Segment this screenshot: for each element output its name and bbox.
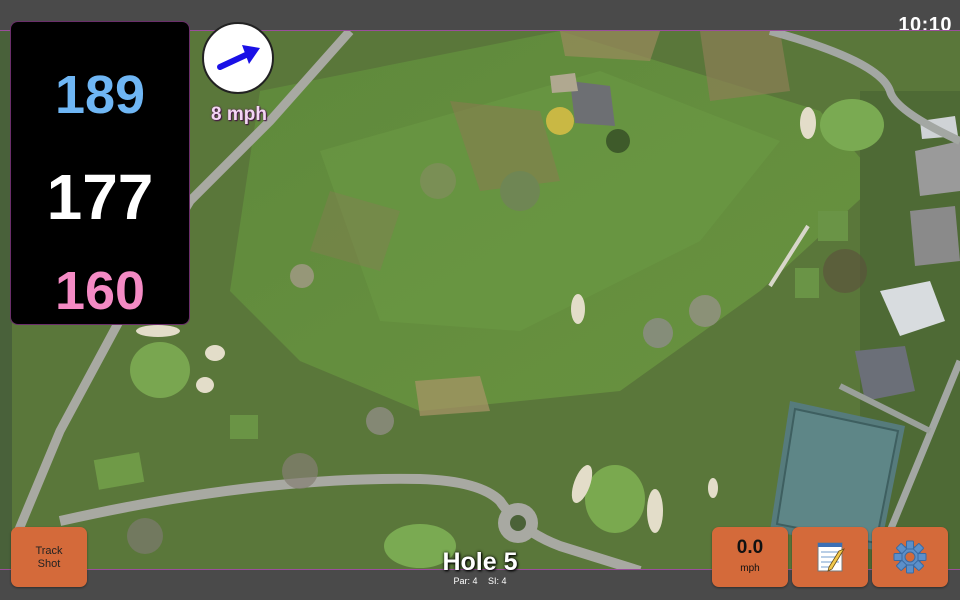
- track-shot-button[interactable]: Track Shot: [11, 527, 87, 587]
- hole-info: Par: 4 SI: 4: [380, 576, 580, 586]
- speed-unit: mph: [740, 563, 760, 574]
- front-distance: 160: [54, 261, 146, 321]
- speed-value: 0.0: [736, 537, 764, 558]
- notes-button[interactable]: [792, 527, 868, 587]
- gear-icon: [893, 540, 927, 574]
- middle-distance: 177: [46, 161, 154, 233]
- hole-par: Par: 4: [453, 576, 478, 586]
- wind-indicator: [202, 22, 274, 94]
- distance-panel: 189 177 160: [11, 22, 189, 324]
- settings-button[interactable]: [872, 527, 948, 587]
- notepad-icon: [817, 542, 845, 572]
- speed-button[interactable]: 0.0 mph: [712, 527, 788, 587]
- hole-stroke-index: SI: 4: [488, 576, 507, 586]
- wind-arrow-icon: [217, 45, 260, 70]
- track-shot-label: Track Shot: [35, 545, 63, 570]
- hole-title: Hole 5: [442, 548, 518, 576]
- wind-speed-label: 8 mph: [211, 104, 267, 125]
- back-distance: 189: [54, 65, 146, 125]
